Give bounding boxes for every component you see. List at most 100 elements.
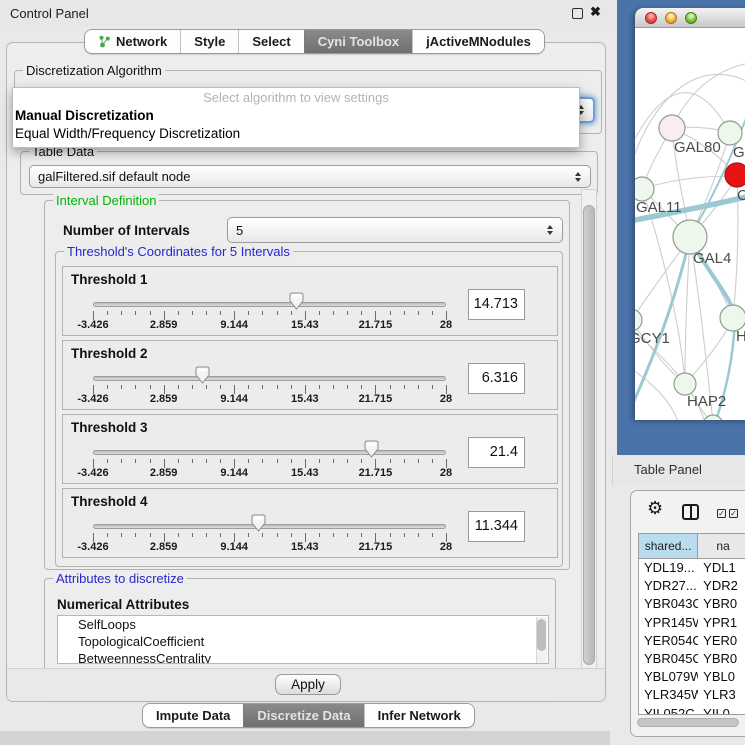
slider-tick <box>418 385 419 389</box>
table-panel-title: Table Panel <box>634 462 702 477</box>
slider-tick <box>150 311 151 315</box>
network-node[interactable] <box>659 115 685 141</box>
float-window-icon[interactable] <box>572 8 583 19</box>
algorithm-option[interactable]: Manual Discretization <box>13 107 579 125</box>
table-row[interactable]: YBL079WYBL0 <box>639 668 745 686</box>
threshold-value-field[interactable]: 11.344 <box>468 511 525 542</box>
control-panel-titlebar: Control Panel ✖ <box>0 0 610 26</box>
threshold-value-field[interactable]: 6.316 <box>468 363 525 394</box>
close-icon[interactable]: ✖ <box>590 4 601 20</box>
tab-discretize-data[interactable]: Discretize Data <box>243 704 363 727</box>
table-cell: YIL052C <box>639 705 698 716</box>
slider-tick <box>347 311 348 315</box>
tab-infer-network[interactable]: Infer Network <box>364 704 474 727</box>
table-row[interactable]: YDR27...YDR2 <box>639 577 745 595</box>
slider-tick <box>150 385 151 389</box>
combo-arrows-icon <box>575 172 581 182</box>
slider-tick <box>220 459 221 463</box>
network-node[interactable] <box>673 220 707 254</box>
threshold-value-field[interactable]: 21.4 <box>468 437 525 468</box>
table-cell: YBR0 <box>698 650 745 668</box>
slider-track[interactable] <box>93 524 446 529</box>
table-panel-titlebar: Table Panel <box>612 455 745 485</box>
apply-button[interactable]: Apply <box>275 674 341 695</box>
tab-network[interactable]: Network <box>85 30 180 53</box>
horizontal-scrollbar-thumb[interactable] <box>637 718 739 727</box>
tab-select[interactable]: Select <box>238 30 303 53</box>
slider-tick <box>390 459 391 463</box>
slider-track[interactable] <box>93 302 446 307</box>
slider-handle[interactable] <box>251 514 266 537</box>
network-node[interactable] <box>725 163 745 187</box>
table-row[interactable]: YBR043CYBR0 <box>639 595 745 613</box>
slider-tick <box>333 459 334 463</box>
slider-tick <box>121 385 122 389</box>
slider-tick <box>390 311 391 315</box>
tick-label: 21.715 <box>359 541 393 553</box>
node-label: GAL80 <box>674 139 721 156</box>
table-row[interactable]: YER054CYER0 <box>639 632 745 650</box>
slider-tick <box>178 311 179 315</box>
checkbox-icon[interactable]: ✓ <box>729 509 738 518</box>
tab-jactivemnodules[interactable]: jActiveMNodules <box>412 30 544 53</box>
attribute-list-item[interactable]: BetweennessCentrality <box>58 650 548 664</box>
table-data-combo[interactable]: galFiltered.sif default node <box>29 165 591 188</box>
network-node[interactable] <box>718 121 742 145</box>
tick-label: 28 <box>440 541 452 553</box>
table-row[interactable]: YDL19...YDL1 <box>639 559 745 577</box>
slider-track[interactable] <box>93 376 446 381</box>
list-scrollbar-track[interactable] <box>536 617 547 664</box>
table-row[interactable]: YLR345WYLR3 <box>639 686 745 704</box>
tick-label: 9.144 <box>220 393 248 405</box>
slider-tick <box>107 311 108 315</box>
network-view-window[interactable]: GAL80GACGAL11GAL4GCY1HHAP2 <box>635 8 745 420</box>
network-node[interactable] <box>635 309 642 331</box>
table-row[interactable]: YBR045CYBR0 <box>639 650 745 668</box>
attribute-list-item[interactable]: TopologicalCoefficient <box>58 633 548 650</box>
tick-label: 15.43 <box>291 319 319 331</box>
threshold-label: Threshold 1 <box>71 272 148 287</box>
slider-tick <box>432 533 433 537</box>
slider-tick <box>333 533 334 537</box>
checkbox-icon[interactable]: ✓ <box>717 509 726 518</box>
network-window-titlebar[interactable] <box>635 8 745 28</box>
node-table[interactable]: shared...na YDL19...YDL1YDR27...YDR2YBR0… <box>638 533 745 715</box>
tab-cyni-toolbox[interactable]: Cyni Toolbox <box>304 30 412 53</box>
zoom-traffic-light-icon[interactable] <box>685 12 697 24</box>
table-cell: YBL0 <box>698 668 745 686</box>
table-row[interactable]: YIL052CYIL0 <box>639 705 745 716</box>
threshold-label: Threshold 3 <box>71 420 148 435</box>
network-node[interactable] <box>635 177 654 201</box>
slider-tick <box>404 311 405 315</box>
tab-style[interactable]: Style <box>180 30 238 53</box>
table-cell: YLR345W <box>639 686 698 704</box>
slider-tick <box>220 385 221 389</box>
table-column-header[interactable]: na <box>698 534 745 559</box>
slider-tick <box>319 459 320 463</box>
list-scrollbar-thumb[interactable] <box>537 619 546 651</box>
gear-icon[interactable]: ⚙ <box>647 498 663 519</box>
split-view-icon[interactable] <box>682 504 699 520</box>
number-of-intervals-combo[interactable]: 5 <box>227 217 563 243</box>
slider-handle[interactable] <box>364 440 379 463</box>
table-column-header[interactable]: shared... <box>639 534 698 559</box>
threshold-row: Threshold 2-3.4262.8599.14415.4321.71528… <box>62 340 558 410</box>
attribute-list-item[interactable]: SelfLoops <box>58 616 548 633</box>
slider-tick <box>206 533 207 537</box>
slider-handle[interactable] <box>289 292 304 315</box>
slider-tick <box>432 311 433 315</box>
slider-handle[interactable] <box>195 366 210 389</box>
network-canvas[interactable]: GAL80GACGAL11GAL4GCY1HHAP2 <box>635 28 745 420</box>
table-row[interactable]: YPR145WYPR1 <box>639 614 745 632</box>
numerical-attributes-list[interactable]: SelfLoopsTopologicalCoefficientBetweenne… <box>57 615 549 664</box>
statusbar-strip <box>0 731 610 745</box>
network-node[interactable] <box>674 373 696 395</box>
minimize-traffic-light-icon[interactable] <box>665 12 677 24</box>
threshold-value-field[interactable]: 14.713 <box>468 289 525 320</box>
slider-track[interactable] <box>93 450 446 455</box>
algorithm-option[interactable]: Equal Width/Frequency Discretization <box>13 125 579 143</box>
tab-impute-data[interactable]: Impute Data <box>143 704 243 727</box>
vertical-scrollbar-thumb[interactable] <box>583 205 595 665</box>
threshold-label: Threshold 4 <box>71 494 148 509</box>
close-traffic-light-icon[interactable] <box>645 12 657 24</box>
